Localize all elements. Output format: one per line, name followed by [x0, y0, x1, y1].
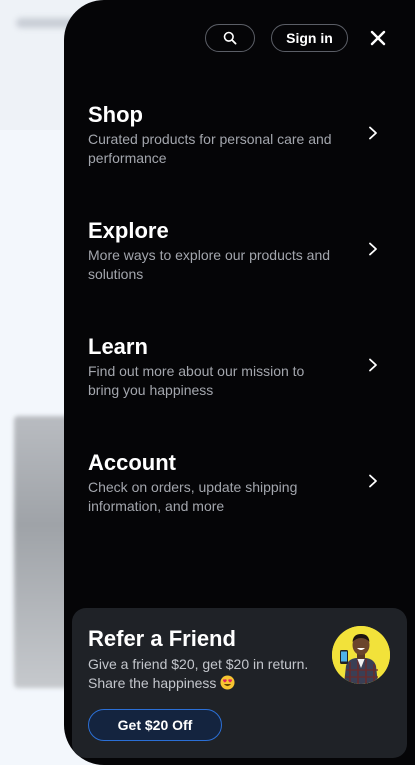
menu-item-title: Account — [88, 450, 176, 475]
navigation-drawer: Sign in Shop Curated products for person… — [64, 0, 415, 765]
menu-item-account[interactable]: Account Check on orders, update shipping… — [88, 448, 388, 564]
person-avatar-icon — [332, 626, 390, 684]
menu-item-description: Check on orders, update shipping informa… — [88, 479, 298, 514]
refer-description: Give a friend $20, get $20 in return. Sh… — [88, 655, 320, 693]
search-icon — [223, 31, 237, 45]
menu-item-description: More ways to explore our products and so… — [88, 247, 331, 282]
menu-item-description: Find out more about our mission to bring… — [88, 363, 305, 398]
sign-in-button[interactable]: Sign in — [271, 24, 348, 52]
get-20-off-button[interactable]: Get $20 Off — [88, 709, 222, 741]
close-icon — [370, 30, 386, 46]
menu-item-title: Learn — [88, 334, 148, 359]
menu-item-title: Shop — [88, 102, 143, 127]
menu-item-explore[interactable]: Explore More ways to explore our product… — [88, 216, 388, 332]
refer-description-text: Give a friend $20, get $20 in return. Sh… — [88, 656, 309, 691]
menu-item-shop[interactable]: Shop Curated products for personal care … — [88, 100, 388, 216]
main-menu: Shop Curated products for personal care … — [88, 100, 388, 564]
chevron-right-icon — [369, 242, 377, 256]
page: Sign in Shop Curated products for person… — [0, 0, 415, 765]
chevron-right-icon — [369, 126, 377, 140]
chevron-right-icon — [369, 358, 377, 372]
heart-eyes-emoji-icon — [220, 675, 235, 690]
chevron-right-icon — [369, 474, 377, 488]
refer-a-friend-card: Refer a Friend Give a friend $20, get $2… — [72, 608, 407, 758]
menu-item-description: Curated products for personal care and p… — [88, 131, 332, 166]
search-button[interactable] — [205, 24, 255, 52]
menu-item-title: Explore — [88, 218, 169, 243]
menu-item-learn[interactable]: Learn Find out more about our mission to… — [88, 332, 388, 448]
drawer-top-bar: Sign in — [64, 24, 415, 52]
avatar — [332, 626, 390, 684]
refer-title: Refer a Friend — [88, 626, 236, 651]
close-button[interactable] — [364, 24, 392, 52]
